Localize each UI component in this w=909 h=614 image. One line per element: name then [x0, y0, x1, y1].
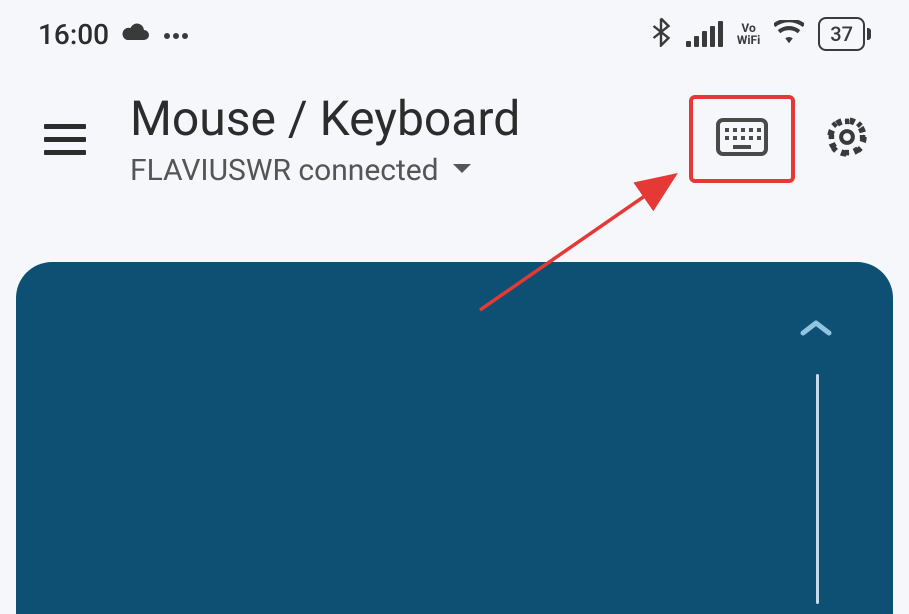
keyboard-icon	[715, 117, 769, 161]
gear-icon	[825, 115, 869, 163]
chevron-down-icon	[451, 161, 473, 180]
cloud-icon	[121, 21, 151, 47]
hamburger-menu-icon[interactable]	[38, 118, 92, 161]
keyboard-button[interactable]	[689, 95, 795, 183]
battery-icon: 37	[818, 17, 871, 51]
connection-status: FLAVIUSWR connected	[130, 153, 439, 188]
signal-icon	[686, 21, 723, 47]
status-right: Vo WiFi 37	[650, 17, 871, 51]
vowifi-icon: Vo WiFi	[737, 22, 760, 46]
status-left: 16:00	[38, 18, 189, 51]
status-time: 16:00	[38, 18, 109, 51]
scroll-track[interactable]	[816, 374, 819, 604]
vowifi-bottom: WiFi	[737, 34, 760, 46]
bluetooth-icon	[650, 17, 672, 51]
touchpad-area[interactable]	[16, 262, 893, 614]
app-header: Mouse / Keyboard FLAVIUSWR connected	[0, 60, 909, 228]
page-title: Mouse / Keyboard	[130, 90, 669, 147]
battery-level: 37	[818, 17, 865, 51]
chevron-up-icon[interactable]	[799, 318, 833, 342]
title-area: Mouse / Keyboard FLAVIUSWR connected	[130, 90, 669, 188]
connection-dropdown[interactable]: FLAVIUSWR connected	[130, 153, 669, 188]
status-bar: 16:00 Vo WiFi 37	[0, 0, 909, 60]
wifi-icon	[774, 20, 804, 48]
settings-button[interactable]	[815, 105, 879, 173]
more-icon	[163, 25, 189, 44]
